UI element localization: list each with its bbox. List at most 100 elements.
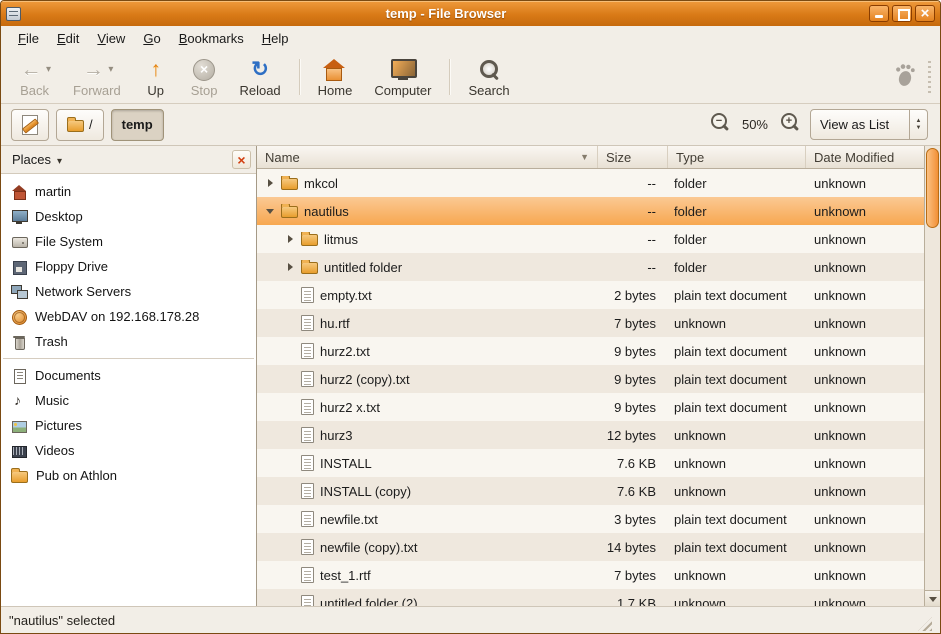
- back-button[interactable]: ▾Back: [7, 52, 62, 102]
- menu-help[interactable]: Help: [253, 28, 298, 49]
- expander-spacer: [283, 400, 298, 415]
- file-icon: [301, 343, 314, 359]
- scrollbar-thumb[interactable]: [926, 148, 939, 228]
- column-header-name[interactable]: Name▼: [257, 146, 598, 168]
- sidebar-header: Places: [1, 146, 256, 174]
- window-title: temp - File Browser: [26, 6, 866, 21]
- path-root-button[interactable]: /: [56, 109, 104, 141]
- file-row-untitled-folder[interactable]: untitled folder--folderunknown: [257, 253, 924, 281]
- file-row-untitled-folder-2[interactable]: untitled folder (2)1.7 KBunknownunknown: [257, 589, 924, 606]
- home-button[interactable]: Home: [307, 52, 364, 102]
- sidebar-item-pub-on-athlon[interactable]: Pub on Athlon: [1, 463, 256, 488]
- file-row-hurz2-x-txt[interactable]: hurz2 x.txt9 bytesplain text documentunk…: [257, 393, 924, 421]
- dropdown-arrow-icon[interactable]: ▾: [108, 64, 113, 75]
- size-cell: 12 bytes: [598, 428, 668, 443]
- file-row-nautilus[interactable]: nautilus--folderunknown: [257, 197, 924, 225]
- forward-button[interactable]: ▾Forward: [62, 52, 132, 102]
- expander-spacer: [283, 456, 298, 471]
- trash-icon: [11, 334, 27, 350]
- minimize-button[interactable]: [869, 5, 889, 22]
- file-rows: mkcol--folderunknownnautilus--folderunkn…: [257, 169, 924, 606]
- date-modified-cell: unknown: [806, 540, 924, 555]
- file-row-hurz3[interactable]: hurz312 bytesunknownunknown: [257, 421, 924, 449]
- zoom-in-button[interactable]: [777, 110, 803, 139]
- sidebar-item-documents[interactable]: Documents: [1, 363, 256, 388]
- vertical-scrollbar[interactable]: [924, 146, 940, 606]
- file-row-test-1-rtf[interactable]: test_1.rtf7 bytesunknownunknown: [257, 561, 924, 589]
- sidebar-item-martin[interactable]: martin: [1, 179, 256, 204]
- file-row-install-copy[interactable]: INSTALL (copy)7.6 KBunknownunknown: [257, 477, 924, 505]
- file-row-hurz2-copy-txt[interactable]: hurz2 (copy).txt9 bytesplain text docume…: [257, 365, 924, 393]
- sidebar-close-button[interactable]: [232, 150, 251, 169]
- file-row-hu-rtf[interactable]: hu.rtf7 bytesunknownunknown: [257, 309, 924, 337]
- sidebar-item-file-system[interactable]: File System: [1, 229, 256, 254]
- stop-button[interactable]: Stop: [180, 52, 229, 102]
- stop-icon: [191, 58, 217, 82]
- file-row-install[interactable]: INSTALL7.6 KBunknownunknown: [257, 449, 924, 477]
- column-header-date-modified[interactable]: Date Modified: [806, 146, 924, 168]
- scrollbar-down-button[interactable]: [925, 590, 940, 606]
- search-button[interactable]: Search: [457, 52, 520, 102]
- sidebar-item-music[interactable]: Music: [1, 388, 256, 413]
- dropdown-arrow-icon[interactable]: ▾: [46, 64, 51, 75]
- expander-spacer: [283, 372, 298, 387]
- expander-collapsed-icon[interactable]: [283, 232, 298, 247]
- close-button[interactable]: [915, 5, 935, 22]
- toggle-location-entry-button[interactable]: [11, 109, 49, 141]
- sidebar-item-webdav-on-192-168-178-28[interactable]: WebDAV on 192.168.178.28: [1, 304, 256, 329]
- path-current-button[interactable]: temp: [111, 109, 164, 141]
- toolbar-button-icon-area: [143, 57, 169, 83]
- type-cell: folder: [668, 232, 806, 247]
- titlebar[interactable]: temp - File Browser: [1, 1, 940, 26]
- file-name: hurz2 (copy).txt: [320, 372, 410, 387]
- expander-collapsed-icon[interactable]: [263, 176, 278, 191]
- menu-edit[interactable]: Edit: [48, 28, 88, 49]
- name-cell: INSTALL: [257, 455, 598, 471]
- floppy-icon: [11, 259, 27, 275]
- sidebar-item-trash[interactable]: Trash: [1, 329, 256, 354]
- toolbar-separator: [299, 59, 300, 95]
- sidebar-item-floppy-drive[interactable]: Floppy Drive: [1, 254, 256, 279]
- menu-go[interactable]: Go: [134, 28, 169, 49]
- toolbar-grip[interactable]: [928, 61, 931, 93]
- status-text: "nautilus" selected: [9, 613, 115, 628]
- place-label: Floppy Drive: [35, 259, 108, 274]
- sidebar-item-pictures[interactable]: Pictures: [1, 413, 256, 438]
- resize-grip[interactable]: [918, 617, 932, 631]
- file-row-newfile-txt[interactable]: newfile.txt3 bytesplain text documentunk…: [257, 505, 924, 533]
- place-label: Pictures: [35, 418, 82, 433]
- expander-collapsed-icon[interactable]: [283, 260, 298, 275]
- zoom-out-button[interactable]: [707, 110, 733, 139]
- file-name: hurz2 x.txt: [320, 400, 380, 415]
- toolbar-button-label: Home: [318, 83, 353, 98]
- type-cell: unknown: [668, 596, 806, 607]
- view-mode-combobox[interactable]: View as List: [810, 109, 928, 140]
- size-cell: 9 bytes: [598, 372, 668, 387]
- expander-expanded-icon[interactable]: [263, 204, 278, 219]
- file-row-newfile-copy-txt[interactable]: newfile (copy).txt14 bytesplain text doc…: [257, 533, 924, 561]
- places-menu-button[interactable]: Places: [6, 150, 68, 169]
- column-header-size[interactable]: Size: [598, 146, 668, 168]
- date-modified-cell: unknown: [806, 568, 924, 583]
- type-cell: unknown: [668, 428, 806, 443]
- sidebar-item-desktop[interactable]: Desktop: [1, 204, 256, 229]
- sidebar-item-videos[interactable]: Videos: [1, 438, 256, 463]
- menu-bookmarks[interactable]: Bookmarks: [170, 28, 253, 49]
- menu-file[interactable]: File: [9, 28, 48, 49]
- maximize-button[interactable]: [892, 5, 912, 22]
- file-row-litmus[interactable]: litmus--folderunknown: [257, 225, 924, 253]
- menu-view[interactable]: View: [88, 28, 134, 49]
- computer-button[interactable]: Computer: [363, 52, 442, 102]
- column-label: Type: [676, 150, 704, 165]
- file-row-empty-txt[interactable]: empty.txt2 bytesplain text documentunkno…: [257, 281, 924, 309]
- file-icon: [301, 567, 314, 583]
- reload-button[interactable]: Reload: [228, 52, 291, 102]
- file-row-hurz2-txt[interactable]: hurz2.txt9 bytesplain text documentunkno…: [257, 337, 924, 365]
- file-icon: [301, 539, 314, 555]
- column-header-type[interactable]: Type: [668, 146, 806, 168]
- toolbar-button-icon-area: [476, 57, 502, 83]
- expander-spacer: [283, 568, 298, 583]
- sidebar-item-network-servers[interactable]: Network Servers: [1, 279, 256, 304]
- file-row-mkcol[interactable]: mkcol--folderunknown: [257, 169, 924, 197]
- up-button[interactable]: Up: [132, 52, 180, 102]
